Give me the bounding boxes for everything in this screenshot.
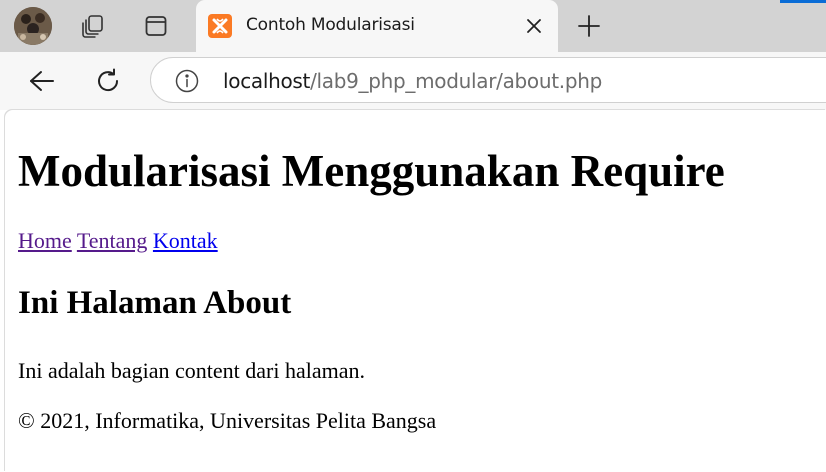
back-arrow-icon[interactable] — [22, 61, 62, 101]
navigation-toolbar: localhost/lab9_php_modular/about.php — [0, 52, 826, 110]
nav-link-home[interactable]: Home — [18, 228, 72, 253]
footer-text: © 2021, Informatika, Universitas Pelita … — [18, 408, 437, 433]
refresh-icon[interactable] — [88, 61, 128, 101]
address-bar[interactable]: localhost/lab9_php_modular/about.php — [150, 57, 826, 103]
info-icon[interactable] — [175, 69, 199, 93]
tab-title: Contoh Modularisasi — [246, 15, 415, 35]
content-text: Ini adalah bagian content dari halaman. — [18, 358, 365, 383]
page-viewport: Modularisasi Menggunakan Require Home Te… — [5, 110, 826, 472]
url-host: localhost — [223, 69, 311, 93]
site-nav: Home Tentang Kontak — [18, 228, 218, 254]
xampp-logo-icon — [208, 14, 232, 38]
tab-contoh-modularisasi[interactable]: Contoh Modularisasi — [196, 0, 558, 52]
plus-icon[interactable] — [571, 8, 607, 44]
page-title: Modularisasi Menggunakan Require — [18, 146, 725, 196]
window-accent — [780, 0, 826, 3]
tab-strip: Contoh Modularisasi — [0, 0, 826, 52]
avatar[interactable] — [14, 7, 52, 45]
nav-link-tentang[interactable]: Tentang — [77, 228, 148, 253]
nav-link-kontak[interactable]: Kontak — [153, 228, 218, 253]
url-text[interactable]: localhost/lab9_php_modular/about.php — [223, 69, 602, 93]
url-path: /lab9_php_modular/about.php — [310, 69, 603, 93]
close-icon[interactable] — [520, 12, 548, 40]
vertical-tabs-icon[interactable] — [136, 6, 176, 46]
section-heading: Ini Halaman About — [18, 285, 292, 321]
workspaces-icon[interactable] — [73, 6, 113, 46]
